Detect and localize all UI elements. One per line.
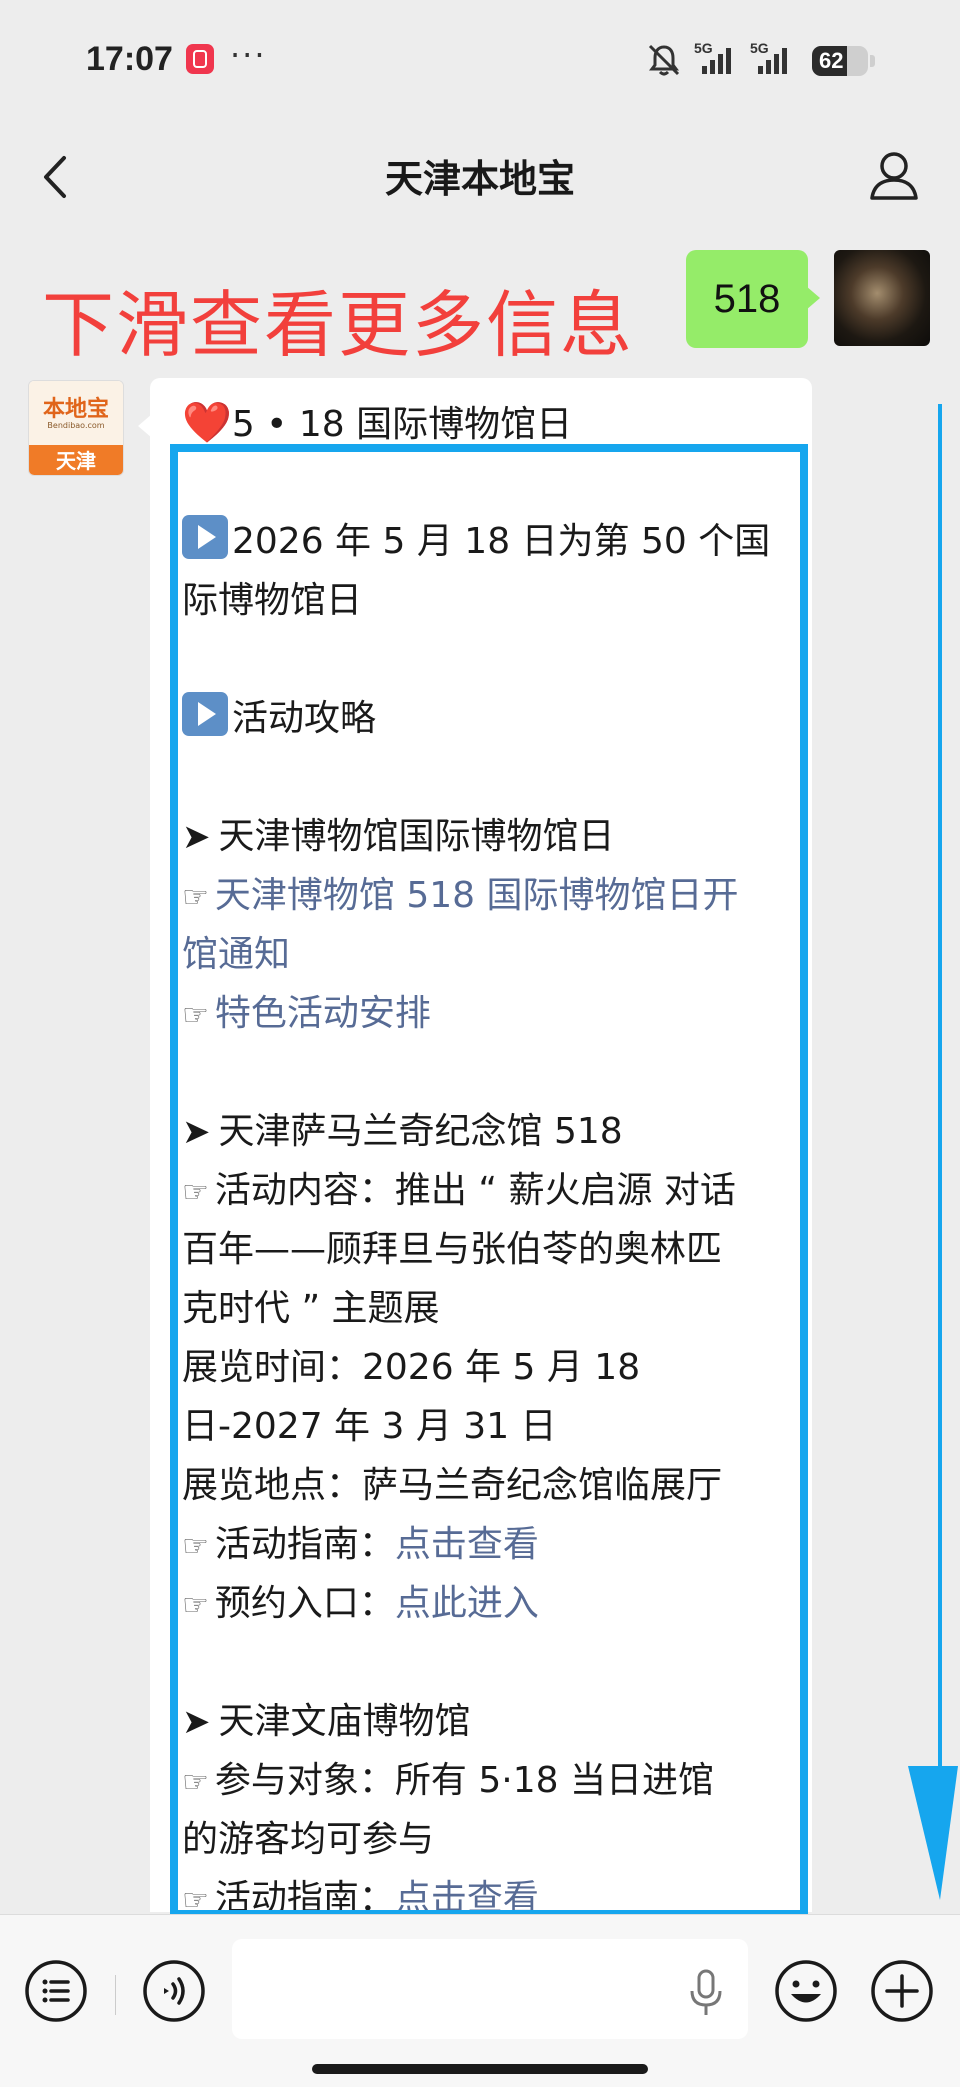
emoji-icon[interactable] xyxy=(774,1959,838,2023)
microphone-icon[interactable] xyxy=(686,1967,726,2019)
my-message-bubble[interactable]: 518 xyxy=(686,250,820,348)
avatar-city: 天津 xyxy=(29,445,123,475)
message-input[interactable] xyxy=(232,1939,748,2039)
list-menu-icon[interactable] xyxy=(24,1959,88,2023)
mute-bell-icon xyxy=(648,44,680,76)
chat-title: 天津本地宝 xyxy=(384,157,575,201)
avatar-url: Bendibao.com xyxy=(47,421,105,430)
input-bar xyxy=(0,1914,960,2087)
app-notification-icon xyxy=(186,44,214,74)
scroll-down-arrow-icon xyxy=(908,404,958,1900)
divider xyxy=(115,1975,116,2015)
battery-icon: 62 xyxy=(812,46,868,76)
my-avatar[interactable] xyxy=(834,250,930,346)
status-bar: 17:07 ··· 5G 5G 62 xyxy=(0,0,960,122)
person-icon[interactable] xyxy=(866,148,922,204)
nav-bar: 天津本地宝 xyxy=(0,122,960,232)
home-indicator[interactable] xyxy=(312,2064,648,2074)
scroll-hint: 下滑查看更多信息 xyxy=(42,283,635,367)
voice-icon[interactable] xyxy=(142,1959,206,2023)
status-time: 17:07 xyxy=(86,40,173,78)
more-notifications-icon: ··· xyxy=(230,36,267,74)
highlight-frame xyxy=(170,444,808,1918)
battery-cap xyxy=(870,55,875,67)
bot-avatar[interactable]: 本地宝 Bendibao.com 天津 xyxy=(28,380,124,476)
avatar-brand: 本地宝 xyxy=(42,397,109,422)
plus-icon[interactable] xyxy=(870,1959,934,2023)
heart-icon: ❤️ xyxy=(182,400,232,446)
